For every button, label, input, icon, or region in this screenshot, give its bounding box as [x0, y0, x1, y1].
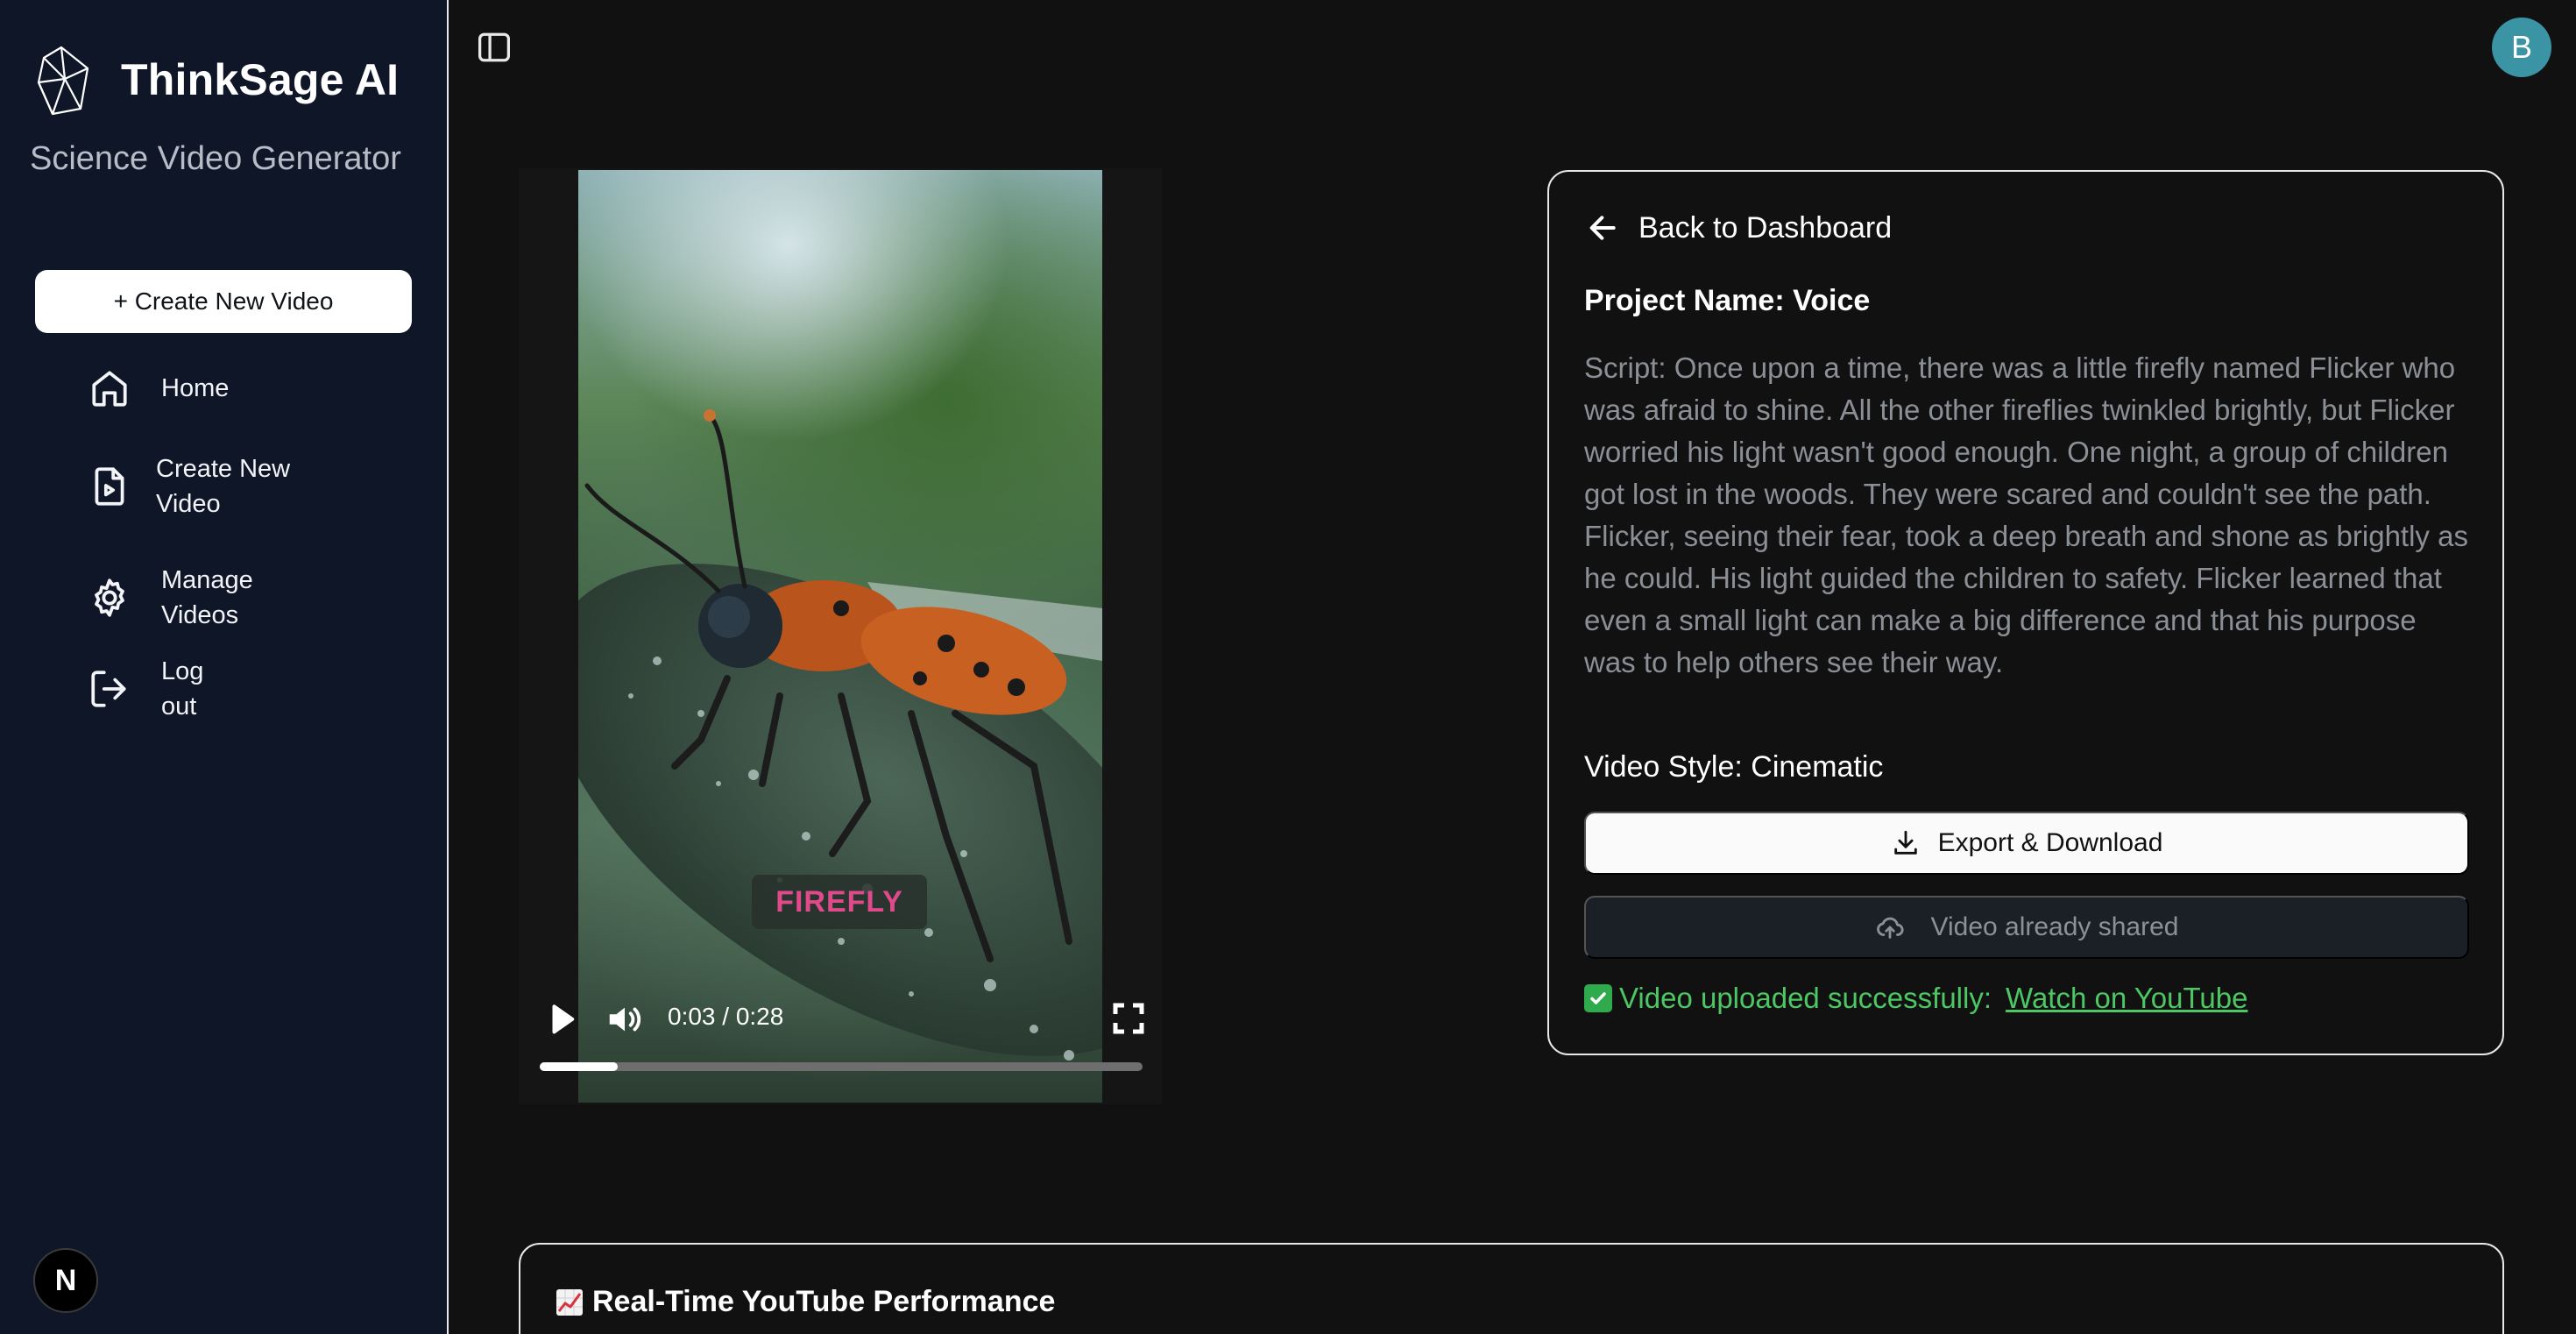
sidebar-item-label: Create New Video: [156, 455, 291, 518]
success-text: Video uploaded successfully:: [1619, 982, 1992, 1014]
framework-badge[interactable]: N: [33, 1248, 98, 1313]
export-label: Export & Download: [1937, 828, 2163, 857]
shared-label: Video already shared: [1930, 912, 2179, 941]
sidebar-item-label: Manage Videos: [161, 566, 253, 629]
sidebar-item-label: Home: [161, 374, 230, 402]
sidebar-item-create-new-video[interactable]: Create New Video: [88, 451, 322, 522]
fullscreen-icon[interactable]: [1111, 1001, 1146, 1036]
video-style: Video Style: Cinematic: [1584, 750, 1884, 784]
performance-title: Real-Time YouTube Performance: [556, 1285, 1055, 1319]
sidebar-toggle-icon[interactable]: [477, 32, 512, 63]
player-controls: 0:03 / 0:28: [519, 983, 1162, 1104]
video-caption: FIREFLY: [752, 875, 927, 929]
performance-title-text: Real-Time YouTube Performance: [592, 1285, 1056, 1318]
logout-icon: [91, 671, 126, 707]
sidebar-item-label: Log out: [161, 657, 204, 720]
brand-title: ThinkSage AI: [121, 55, 400, 104]
video-time: 0:03 / 0:28: [668, 1003, 784, 1030]
volume-icon[interactable]: [605, 999, 645, 1040]
export-download-button[interactable]: Export & Download: [1584, 812, 2469, 875]
upload-success-message: Video uploaded successfully: Watch on Yo…: [1584, 982, 2247, 1015]
project-name: Project Name: Voice: [1584, 284, 1871, 317]
watch-on-youtube-link[interactable]: Watch on YouTube: [2006, 982, 2247, 1015]
video-progress-fill: [540, 1062, 619, 1071]
file-video-icon: [95, 467, 124, 506]
play-icon[interactable]: [543, 1001, 580, 1038]
back-to-dashboard-link[interactable]: Back to Dashboard: [1586, 210, 1892, 245]
cloud-upload-icon: [1876, 917, 1903, 939]
app-root: ThinkSage AI Science Video Generator + C…: [0, 0, 2576, 1334]
project-card: Back to Dashboard Project Name: Voice Sc…: [1547, 170, 2504, 1055]
sidebar-item-home[interactable]: Home: [88, 366, 229, 410]
sidebar: ThinkSage AI Science Video Generator + C…: [0, 0, 449, 1334]
home-icon: [92, 371, 127, 407]
user-avatar[interactable]: B: [2492, 18, 2551, 77]
download-icon: [1893, 830, 1917, 855]
sidebar-item-manage-videos[interactable]: Manage Videos: [88, 563, 253, 633]
back-label: Back to Dashboard: [1638, 210, 1893, 245]
video-player[interactable]: FIREFLY 0:03 / 0:28: [519, 168, 1162, 1104]
check-mark-icon: [1584, 984, 1612, 1012]
project-script: Script: Once upon a time, there was a li…: [1584, 351, 2468, 678]
brand[interactable]: ThinkSage AI: [35, 44, 399, 116]
chart-increasing-icon: [556, 1288, 583, 1316]
sidebar-item-log-out[interactable]: Log out: [88, 654, 203, 724]
create-new-video-button[interactable]: + Create New Video: [35, 270, 412, 333]
youtube-performance-card: Real-Time YouTube Performance: [519, 1243, 2504, 1334]
arrow-left-icon: [1589, 216, 1616, 240]
video-frame[interactable]: FIREFLY: [578, 170, 1102, 1103]
insect-illustration: [584, 409, 1102, 1061]
video-shared-button[interactable]: Video already shared: [1584, 896, 2469, 959]
brand-logo-icon: [37, 46, 89, 116]
brand-subtitle: Science Video Generator: [30, 140, 401, 177]
gear-icon: [95, 578, 124, 617]
video-progress-bar[interactable]: [540, 1062, 1143, 1071]
